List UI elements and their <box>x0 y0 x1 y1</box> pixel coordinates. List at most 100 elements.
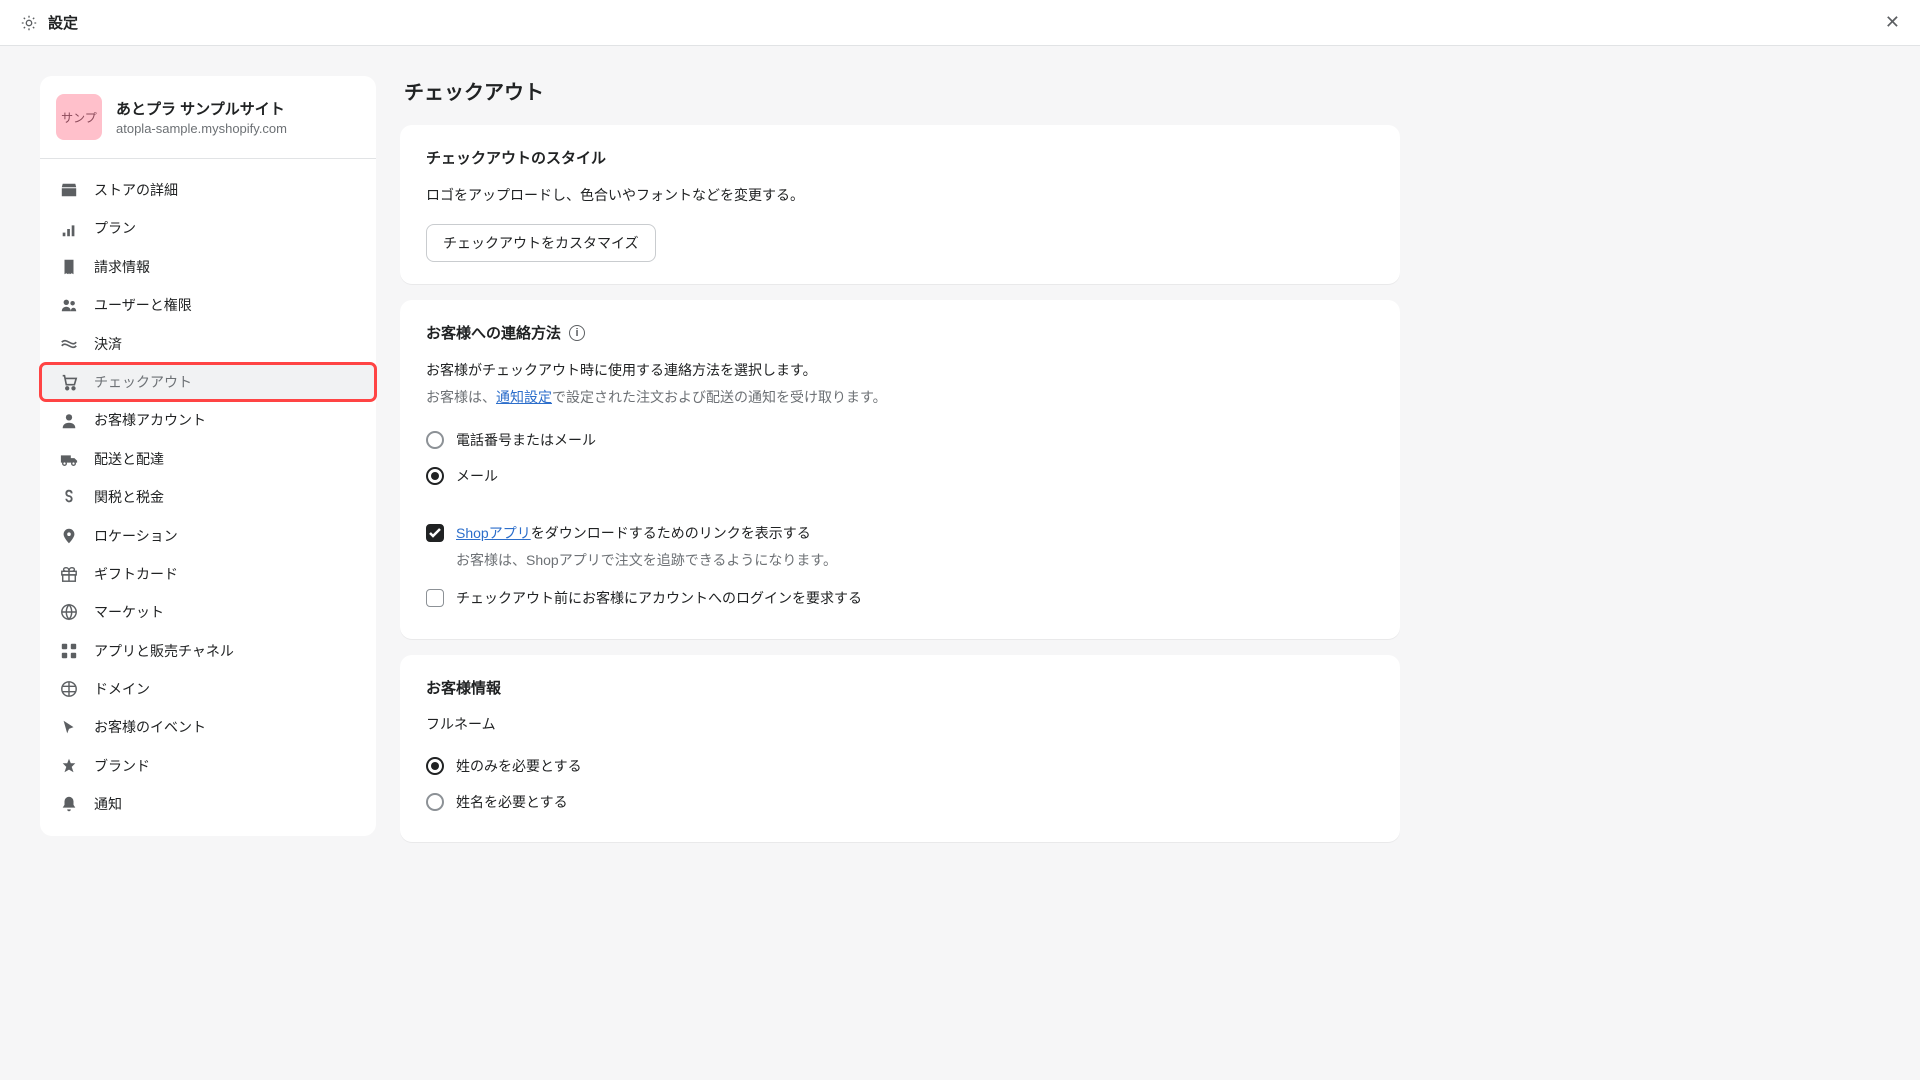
customer-info-card: お客様情報 フルネーム 姓のみを必要とする姓名を必要とする <box>400 655 1400 842</box>
fullname-label: フルネーム <box>426 714 1374 734</box>
sidebar-item-12[interactable]: アプリと販売チャネル <box>40 632 376 670</box>
domain-icon <box>60 680 78 698</box>
sidebar-item-label: お客様アカウント <box>94 409 206 431</box>
radio-label: 姓名を必要とする <box>456 792 568 812</box>
gear-icon <box>20 14 38 32</box>
sidebar-item-label: ストアの詳細 <box>94 179 178 201</box>
sidebar-item-1[interactable]: プラン <box>40 209 376 247</box>
require-login-checkbox-row[interactable]: チェックアウト前にお客様にアカウントへのログインを要求する <box>426 579 1374 617</box>
sidebar: サンプ あとプラ サンプルサイト atopla-sample.myshopify… <box>40 76 376 836</box>
customize-checkout-button[interactable]: チェックアウトをカスタマイズ <box>426 224 656 262</box>
sidebar-item-label: 配送と配達 <box>94 448 164 470</box>
close-icon[interactable]: ✕ <box>1885 12 1900 33</box>
shop-app-checkbox-row[interactable]: Shopアプリをダウンロードするためのリンクを表示する お客様は、Shopアプリ… <box>426 514 1374 579</box>
sidebar-item-16[interactable]: 通知 <box>40 785 376 823</box>
radio-circle[interactable] <box>426 793 444 811</box>
checkout-style-title: チェックアウトのスタイル <box>426 147 1374 168</box>
sidebar-item-label: 通知 <box>94 793 122 815</box>
sidebar-item-label: チェックアウト <box>94 371 192 393</box>
sidebar-item-label: お客様のイベント <box>94 716 206 738</box>
shop-app-link[interactable]: Shopアプリ <box>456 525 531 541</box>
sidebar-item-2[interactable]: 請求情報 <box>40 248 376 286</box>
users-icon <box>60 296 78 314</box>
sidebar-item-7[interactable]: 配送と配達 <box>40 440 376 478</box>
sidebar-item-label: マーケット <box>94 601 164 623</box>
sidebar-item-14[interactable]: お客様のイベント <box>40 708 376 746</box>
brand-icon <box>60 757 78 775</box>
sidebar-item-4[interactable]: 決済 <box>40 325 376 363</box>
sidebar-item-label: 請求情報 <box>94 256 150 278</box>
person-icon <box>60 412 78 430</box>
require-login-label: チェックアウト前にお客様にアカウントへのログインを要求する <box>456 587 862 609</box>
main-content: チェックアウト チェックアウトのスタイル ロゴをアップロードし、色合いやフォント… <box>400 76 1400 858</box>
store-info: あとプラ サンプルサイト atopla-sample.myshopify.com <box>116 98 287 136</box>
sidebar-item-10[interactable]: ギフトカード <box>40 555 376 593</box>
sidebar-item-label: プラン <box>94 217 136 239</box>
sidebar-item-label: アプリと販売チャネル <box>94 640 234 662</box>
apps-icon <box>60 642 78 660</box>
cursor-icon <box>60 719 78 737</box>
radio-circle[interactable] <box>426 757 444 775</box>
sidebar-item-5[interactable]: チェックアウト <box>40 363 376 401</box>
contact-method-title-text: お客様への連絡方法 <box>426 322 561 343</box>
checkout-style-card: チェックアウトのスタイル ロゴをアップロードし、色合いやフォントなどを変更する。… <box>400 125 1400 284</box>
radio-circle[interactable] <box>426 431 444 449</box>
topbar: 設定 ✕ <box>0 0 1920 46</box>
fullname-radio-1[interactable]: 姓名を必要とする <box>426 784 1374 820</box>
sidebar-item-label: 関税と税金 <box>94 486 164 508</box>
radio-label: 姓のみを必要とする <box>456 756 582 776</box>
sidebar-item-label: ロケーション <box>94 525 178 547</box>
sidebar-item-3[interactable]: ユーザーと権限 <box>40 286 376 324</box>
contact-method-card: お客様への連絡方法 i お客様がチェックアウト時に使用する連絡方法を選択します。… <box>400 300 1400 639</box>
sidebar-item-label: ギフトカード <box>94 563 178 585</box>
payment-icon <box>60 335 78 353</box>
shop-app-checkbox[interactable] <box>426 524 444 542</box>
gift-icon <box>60 565 78 583</box>
sidebar-item-15[interactable]: ブランド <box>40 747 376 785</box>
bill-icon <box>60 258 78 276</box>
bell-icon <box>60 795 78 813</box>
contact-checkbox-group: Shopアプリをダウンロードするためのリンクを表示する お客様は、Shopアプリ… <box>426 514 1374 617</box>
store-icon <box>60 181 78 199</box>
checkout-style-desc: ロゴをアップロードし、色合いやフォントなどを変更する。 <box>426 184 1374 206</box>
sidebar-item-label: ユーザーと権限 <box>94 294 192 316</box>
globe-icon <box>60 603 78 621</box>
sidebar-item-8[interactable]: 関税と税金 <box>40 478 376 516</box>
store-url: atopla-sample.myshopify.com <box>116 121 287 136</box>
sidebar-item-0[interactable]: ストアの詳細 <box>40 171 376 209</box>
contact-radio-group: 電話番号またはメールメール <box>426 422 1374 494</box>
store-avatar: サンプ <box>56 94 102 140</box>
sidebar-item-11[interactable]: マーケット <box>40 593 376 631</box>
sidebar-item-6[interactable]: お客様アカウント <box>40 401 376 439</box>
sidebar-item-13[interactable]: ドメイン <box>40 670 376 708</box>
sidebar-item-9[interactable]: ロケーション <box>40 517 376 555</box>
pin-icon <box>60 527 78 545</box>
store-card[interactable]: サンプ あとプラ サンプルサイト atopla-sample.myshopify… <box>40 76 376 159</box>
require-login-checkbox[interactable] <box>426 589 444 607</box>
contact-radio-0[interactable]: 電話番号またはメール <box>426 422 1374 458</box>
cart-icon <box>60 373 78 391</box>
contact-radio-1[interactable]: メール <box>426 458 1374 494</box>
info-icon[interactable]: i <box>569 325 585 341</box>
topbar-left: 設定 <box>20 12 78 33</box>
fullname-radio-0[interactable]: 姓のみを必要とする <box>426 748 1374 784</box>
plan-icon <box>60 220 78 238</box>
contact-desc1: お客様がチェックアウト時に使用する連絡方法を選択します。 <box>426 359 1374 381</box>
tax-icon <box>60 488 78 506</box>
store-name: あとプラ サンプルサイト <box>116 98 287 119</box>
shop-app-sub: お客様は、Shopアプリで注文を追跡できるようになります。 <box>456 549 837 571</box>
radio-label: メール <box>456 466 498 486</box>
topbar-title: 設定 <box>48 12 78 33</box>
contact-desc2: お客様は、通知設定で設定された注文および配送の通知を受け取ります。 <box>426 386 1374 408</box>
radio-circle[interactable] <box>426 467 444 485</box>
contact-method-title: お客様への連絡方法 i <box>426 322 1374 343</box>
page-title: チェックアウト <box>400 76 1400 105</box>
container: サンプ あとプラ サンプルサイト atopla-sample.myshopify… <box>0 46 1920 888</box>
sidebar-nav: ストアの詳細プラン請求情報ユーザーと権限決済チェックアウトお客様アカウント配送と… <box>40 159 376 836</box>
notification-settings-link[interactable]: 通知設定 <box>496 389 552 405</box>
customer-info-title: お客様情報 <box>426 677 1374 698</box>
truck-icon <box>60 450 78 468</box>
fullname-radio-group: 姓のみを必要とする姓名を必要とする <box>426 748 1374 820</box>
sidebar-item-label: 決済 <box>94 333 122 355</box>
shop-app-label: Shopアプリをダウンロードするためのリンクを表示する お客様は、Shopアプリ… <box>456 522 837 571</box>
